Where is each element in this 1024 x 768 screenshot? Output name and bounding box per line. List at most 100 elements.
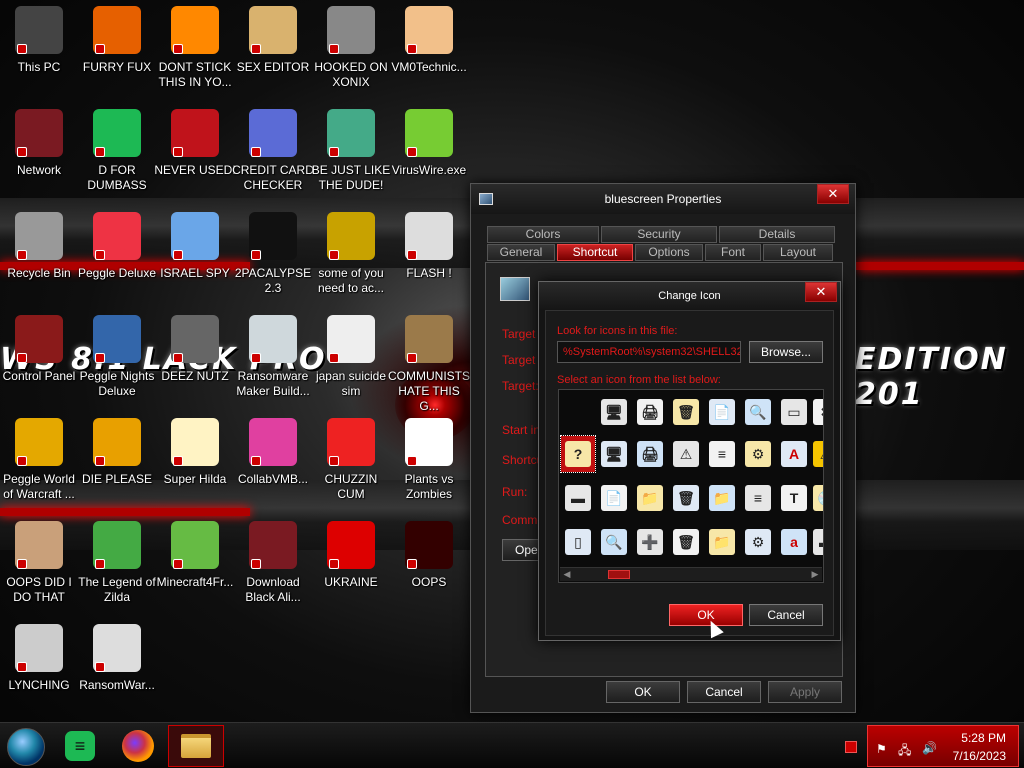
properties-titlebar[interactable]: bluescreen Properties [471,184,855,214]
tab-font[interactable]: Font [705,244,761,261]
network-icon[interactable]: 🖧 [898,741,911,762]
desktop-icon[interactable]: Peggle Deluxe [78,212,156,312]
desktop-icon[interactable]: Ransomware Maker Build... [234,315,312,415]
icon-choice[interactable]: 📄 [597,480,631,516]
change-icon-titlebar[interactable]: Change Icon [539,282,840,310]
icon-choice[interactable]: 🖨 [633,436,667,472]
desktop-icon[interactable]: DIE PLEASE [78,418,156,518]
desktop-icon[interactable]: FLASH ! [390,212,468,312]
scroll-thumb[interactable] [608,570,630,579]
properties-apply-button[interactable]: Apply [768,681,842,703]
icon-choice[interactable]: 🖨 [633,394,667,430]
desktop-icon[interactable]: LYNCHING [0,624,78,724]
desktop-icon[interactable]: D FOR DUMBASS [78,109,156,209]
icon-choice[interactable]: 📁 [633,480,667,516]
desktop-icon[interactable]: COMMUNISTS HATE THIS G... [388,315,470,415]
desktop-icon[interactable]: OOPS DID I DO THAT [0,521,78,621]
desktop-icon[interactable]: CREDIT CARD CHECKER [232,109,314,209]
desktop-icon[interactable]: Peggle World of Warcraft ... [0,418,78,518]
icon-choice[interactable]: ▭ [777,394,811,430]
icon-choice[interactable]: T [777,480,811,516]
icon-choice[interactable]: 🗑 [669,480,703,516]
desktop-icon[interactable]: RansomWar... [78,624,156,724]
icon-choice[interactable]: A [777,436,811,472]
desktop-icon[interactable]: NEVER USED! [154,109,236,209]
desktop-icon[interactable]: Peggle Nights Deluxe [78,315,156,415]
icon-choice[interactable]: 📁 [705,524,739,560]
icon-choice[interactable]: ⚙ [741,436,775,472]
icon-choice[interactable]: ✖ [809,394,823,430]
icon-choice[interactable]: 🗑 [669,524,703,560]
icon-list[interactable]: ◀ ▶ 🖥🖨🗑📄🔍▭✖?🖥🖨⚠≡⚙A⚠▬📄📁🗑📁≡T💿▯🔍➕🗑📁⚙a▬ [558,389,824,583]
start-button[interactable] [7,728,45,766]
tab-security[interactable]: Security [601,226,717,243]
icon-choice[interactable]: ⚙ [741,524,775,560]
desktop-icon[interactable]: SEX EDITOR [234,6,312,106]
change-icon-close-button[interactable]: ✕ [805,282,837,302]
icon-choice[interactable]: 💿 [809,480,823,516]
desktop-icon[interactable]: FURRY FUX [78,6,156,106]
desktop-icon[interactable]: Super Hilda [156,418,234,518]
tab-colors[interactable]: Colors [487,226,599,243]
icon-choice[interactable] [561,394,595,430]
desktop-icon[interactable]: OOPS [390,521,468,621]
icon-choice[interactable]: ▬ [561,480,595,516]
desktop-icon[interactable]: This PC [0,6,78,106]
desktop-icon[interactable]: some of you need to ac... [312,212,390,312]
icon-choice[interactable]: 🖥 [597,394,631,430]
show-hidden-icons-icon[interactable] [845,741,857,753]
properties-close-button[interactable]: ✕ [817,184,849,204]
icon-choice[interactable]: ⚠ [669,436,703,472]
icon-file-path-input[interactable]: %SystemRoot%\system32\SHELL32.dll [557,341,741,363]
icon-choice[interactable]: ? [560,435,596,473]
desktop-icon[interactable]: VirusWire.exe [390,109,468,209]
icon-choice[interactable]: a [777,524,811,560]
desktop-icon[interactable]: DEEZ NUTZ [156,315,234,415]
icon-choice[interactable]: ▯ [561,524,595,560]
desktop-icon[interactable]: Control Panel [0,315,78,415]
icon-choice[interactable]: ≡ [741,480,775,516]
taskbar-firefox[interactable] [110,725,166,767]
clock[interactable]: 5:28 PM 7/16/2023 [953,729,1006,765]
icon-choice[interactable]: 📄 [705,394,739,430]
scroll-right-arrow-icon[interactable]: ▶ [808,568,822,581]
icon-choice[interactable]: ⚠ [809,436,823,472]
desktop-icon[interactable]: Network [0,109,78,209]
desktop-icon[interactable]: CollabVMB... [234,418,312,518]
icon-choice[interactable]: 🖥 [597,436,631,472]
desktop-icon[interactable]: BE JUST LIKE THE DUDE! [312,109,390,209]
volume-icon[interactable]: 🔊 [922,741,937,755]
desktop-icon[interactable]: CHUZZIN CUM [312,418,390,518]
icon-choice[interactable]: 📁 [705,480,739,516]
icon-choice[interactable]: 🔍 [741,394,775,430]
change-icon-cancel-button[interactable]: Cancel [749,604,823,626]
tab-details[interactable]: Details [719,226,835,243]
icon-list-scrollbar[interactable]: ◀ ▶ [560,567,822,581]
desktop-icon[interactable]: Download Black Ali... [234,521,312,621]
desktop-icon[interactable]: Recycle Bin [0,212,78,312]
desktop-icon[interactable]: ISRAEL SPY [156,212,234,312]
properties-cancel-button[interactable]: Cancel [687,681,761,703]
desktop-icon[interactable]: japan suicide sim [312,315,390,415]
icon-choice[interactable]: ▬ [809,524,823,560]
icon-choice[interactable]: 🔍 [597,524,631,560]
desktop-icon[interactable]: Plants vs Zombies [390,418,468,518]
scroll-left-arrow-icon[interactable]: ◀ [560,568,574,581]
desktop-icon[interactable]: UKRAINE [312,521,390,621]
tab-options[interactable]: Options [635,244,703,261]
tab-layout[interactable]: Layout [763,244,833,261]
desktop-icon[interactable]: Minecraft4Fr... [156,521,234,621]
desktop-icon[interactable]: HOOKED ON XONIX [312,6,390,106]
icon-choice[interactable]: ≡ [705,436,739,472]
desktop-icon[interactable]: The Legend of Zilda [78,521,156,621]
desktop-icon[interactable]: VM0Technic... [390,6,468,106]
taskbar-explorer[interactable] [168,725,224,767]
desktop-icon[interactable]: 2PACALYPSE 2.3 [234,212,312,312]
action-center-flag-icon[interactable]: ⚑ [876,742,887,756]
taskbar-spotify[interactable]: ≡ [52,725,108,767]
properties-ok-button[interactable]: OK [606,681,680,703]
tab-shortcut[interactable]: Shortcut [557,244,633,261]
tab-general[interactable]: General [487,244,555,261]
desktop-icon[interactable]: DONT STICK THIS IN YO... [156,6,234,106]
icon-choice[interactable]: 🗑 [669,394,703,430]
